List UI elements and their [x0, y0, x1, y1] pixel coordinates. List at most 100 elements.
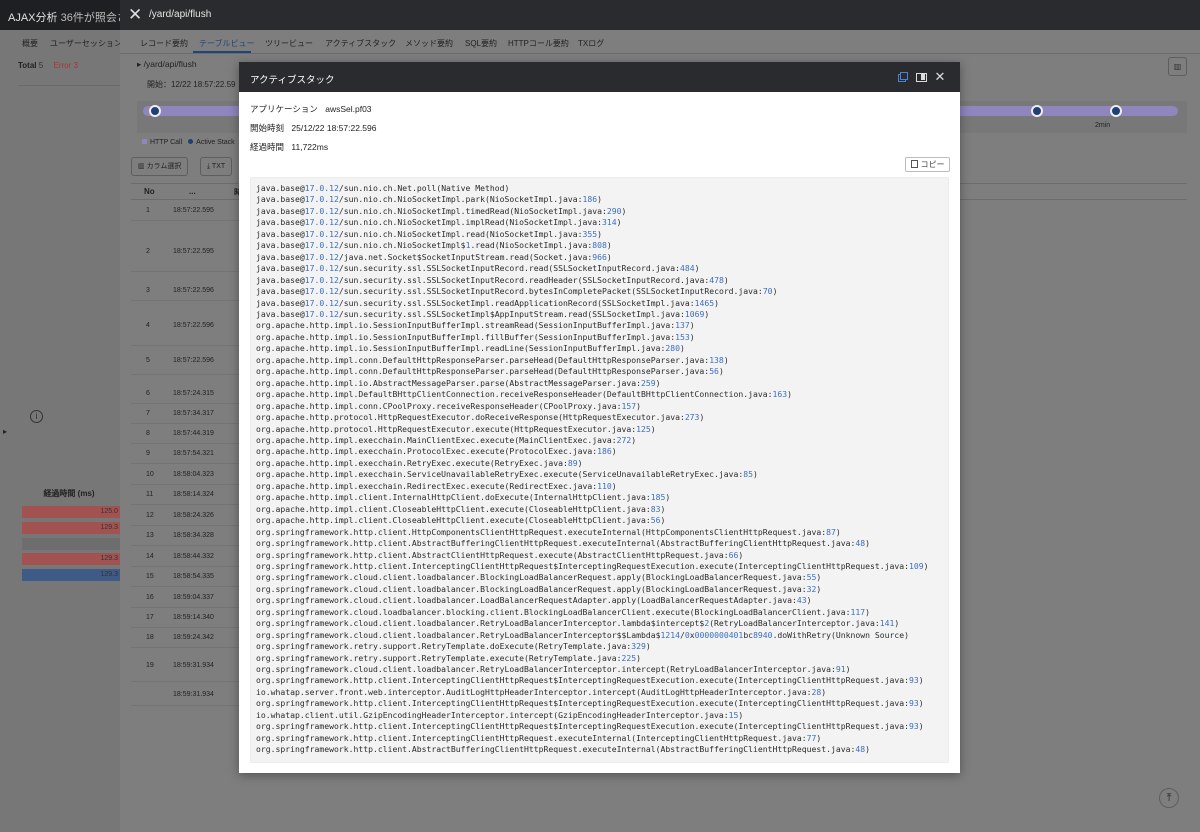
- table-row[interactable]: 8 18:57:44.319: [131, 424, 239, 444]
- row-time: 18:58:54.335: [173, 573, 214, 580]
- stack-line: org.apache.http.protocol.HttpRequestExec…: [256, 423, 656, 434]
- application-label: アプリケーション: [250, 104, 318, 114]
- row-time: 18:57:22.595: [173, 207, 214, 214]
- copy-button[interactable]: コピー: [905, 157, 950, 172]
- stack-line: org.apache.http.protocol.HttpRequestExec…: [256, 412, 705, 423]
- table-row[interactable]: 4 18:57:22.596: [131, 306, 239, 346]
- duration-bar: 129.3: [22, 569, 120, 581]
- info-icon[interactable]: i: [30, 410, 43, 423]
- stack-line: org.apache.http.impl.io.AbstractMessageP…: [256, 377, 661, 388]
- tab-method-summary[interactable]: メソッド要約: [405, 38, 453, 49]
- table-row[interactable]: 16 18:59:04.337: [131, 588, 239, 608]
- http-call-legend: HTTP Call: [150, 139, 183, 146]
- tab-tx-log[interactable]: TXログ: [578, 38, 604, 49]
- row-time: 18:59:24.342: [173, 634, 214, 641]
- stack-line: org.springframework.cloud.client.loadbal…: [256, 664, 851, 675]
- stack-line: org.apache.http.impl.execchain.MainClien…: [256, 434, 637, 445]
- stack-line: org.apache.http.impl.client.CloseableHtt…: [256, 503, 666, 514]
- stack-line: org.apache.http.impl.execchain.ProtocolE…: [256, 446, 617, 457]
- row-time: 18:58:44.332: [173, 553, 214, 560]
- stack-line: org.apache.http.impl.execchain.RetryExec…: [256, 457, 583, 468]
- panel-toggle-icon[interactable]: [915, 71, 927, 83]
- stack-line: org.springframework.retry.support.RetryT…: [256, 652, 641, 663]
- chart-icon[interactable]: ▥: [1168, 57, 1187, 76]
- total-label: Total: [18, 61, 37, 70]
- close-panel-icon[interactable]: ✕: [128, 6, 142, 24]
- modal-title: アクティブスタック: [250, 75, 335, 86]
- col-dots[interactable]: ...: [189, 187, 196, 196]
- tab-table-view[interactable]: テーブルビュー: [199, 38, 255, 49]
- stack-line: org.springframework.cloud.client.loadbal…: [256, 572, 822, 583]
- timeline-dot[interactable]: [1031, 105, 1043, 117]
- stack-line: java.base@17.0.12/sun.security.ssl.SSLSo…: [256, 297, 719, 308]
- table-row[interactable]: 2 18:57:22.595: [131, 232, 239, 272]
- tab-sql-summary[interactable]: SQL要約: [465, 38, 497, 49]
- stack-line: org.springframework.http.client.Intercep…: [256, 675, 924, 686]
- row-time: 18:57:54.321: [173, 450, 214, 457]
- start-time: 開始：12/22 18:57:22.59: [147, 80, 236, 89]
- row-time: 18:57:22.596: [173, 322, 214, 329]
- table-row[interactable]: 7 18:57:34.317: [131, 404, 239, 424]
- table-row[interactable]: 6 18:57:24.315: [131, 384, 239, 404]
- row-number: 11: [146, 491, 154, 498]
- active-stack-legend: Active Stack: [196, 139, 235, 146]
- tab-record-summary[interactable]: レコード要約: [140, 38, 188, 49]
- tab-overview[interactable]: 概要: [22, 38, 38, 49]
- table-row[interactable]: 18 18:59:24.342: [131, 628, 239, 648]
- column-select-label: カラム選択: [146, 163, 182, 170]
- table-row[interactable]: 12 18:58:24.326: [131, 506, 239, 526]
- active-stack-legend-swatch: [188, 139, 194, 144]
- table-row[interactable]: 14 18:58:44.332: [131, 547, 239, 567]
- table-row[interactable]: 3 18:57:22.596: [131, 281, 239, 301]
- active-stack-modal: アクティブスタック ✕ アプリケーション awsSel.pf03 開始時刻 25…: [239, 62, 960, 773]
- table-row[interactable]: 10 18:58:04.323: [131, 465, 239, 485]
- table-row[interactable]: 1 18:57:22.595: [131, 201, 239, 221]
- active-tab-indicator: [193, 51, 251, 53]
- sub-path[interactable]: ▸ /yard/api/flush: [137, 59, 197, 70]
- stack-line: org.springframework.cloud.client.loadbal…: [256, 618, 900, 629]
- tab-user-session[interactable]: ユーザーセッション: [50, 38, 122, 49]
- close-icon[interactable]: ✕: [934, 70, 946, 83]
- stack-line: org.apache.http.impl.io.SessionInputBuff…: [256, 320, 695, 331]
- txt-download-button[interactable]: ⤓ TXT: [200, 157, 233, 176]
- stack-line: io.whatap.client.util.GzipEncodingHeader…: [256, 709, 744, 720]
- table-row[interactable]: 15 18:58:54.335: [131, 567, 239, 587]
- col-no[interactable]: No: [144, 187, 155, 196]
- table-row[interactable]: 18:59:31.934: [131, 684, 239, 706]
- row-time: 18:59:14.340: [173, 614, 214, 621]
- scroll-to-top-button[interactable]: ⤒: [1159, 788, 1179, 808]
- expand-arrow-icon[interactable]: ▸: [3, 427, 7, 436]
- stack-line: java.base@17.0.12/sun.nio.ch.NioSocketIm…: [256, 217, 622, 228]
- stack-line: org.springframework.retry.support.RetryT…: [256, 641, 651, 652]
- stats: Total 5 Error 3: [18, 61, 78, 70]
- table-row[interactable]: 5 18:57:22.596: [131, 347, 239, 375]
- duration-bar: 129.3: [22, 522, 120, 534]
- row-time: 18:57:44.319: [173, 430, 214, 437]
- table-row[interactable]: 11 18:58:14.324: [131, 485, 239, 505]
- timeline-dot[interactable]: [149, 105, 161, 117]
- stack-line: java.base@17.0.12/java.net.Socket$Socket…: [256, 251, 612, 262]
- table-row[interactable]: 17 18:59:14.340: [131, 608, 239, 628]
- open-new-window-icon[interactable]: [896, 71, 908, 83]
- stack-line: org.apache.http.impl.execchain.RedirectE…: [256, 480, 617, 491]
- left-tabs: 概要 ユーザーセッション: [0, 30, 122, 54]
- stack-line: io.whatap.server.front.web.interceptor.A…: [256, 686, 827, 697]
- stack-line: org.springframework.cloud.client.loadbal…: [256, 595, 812, 606]
- timeline-dot[interactable]: [1110, 105, 1122, 117]
- error-value: 3: [73, 61, 78, 70]
- table-row[interactable]: 9 18:57:54.321: [131, 444, 239, 464]
- duration-header: 経過時間 (ms): [43, 489, 95, 498]
- tab-active-stack[interactable]: アクティブスタック: [325, 38, 396, 49]
- tab-tree-view[interactable]: ツリービュー: [265, 38, 313, 49]
- row-number: 8: [146, 430, 150, 437]
- elapsed-value: 11,722ms: [291, 142, 329, 152]
- stack-line: org.springframework.cloud.loadbalancer.b…: [256, 606, 870, 617]
- stack-line: java.base@17.0.12/sun.nio.ch.Net.poll(Na…: [256, 183, 510, 193]
- table-row[interactable]: 13 18:58:34.328: [131, 526, 239, 546]
- table-row[interactable]: 19 18:59:31.934: [131, 650, 239, 682]
- tab-http-call-summary[interactable]: HTTPコール要約: [508, 38, 569, 49]
- column-select-button[interactable]: ▥ カラム選択: [131, 157, 189, 176]
- window-title-text: AJAX分析: [8, 12, 58, 24]
- stack-line: org.springframework.cloud.client.loadbal…: [256, 629, 910, 640]
- detail-panel-header: [120, 0, 1200, 30]
